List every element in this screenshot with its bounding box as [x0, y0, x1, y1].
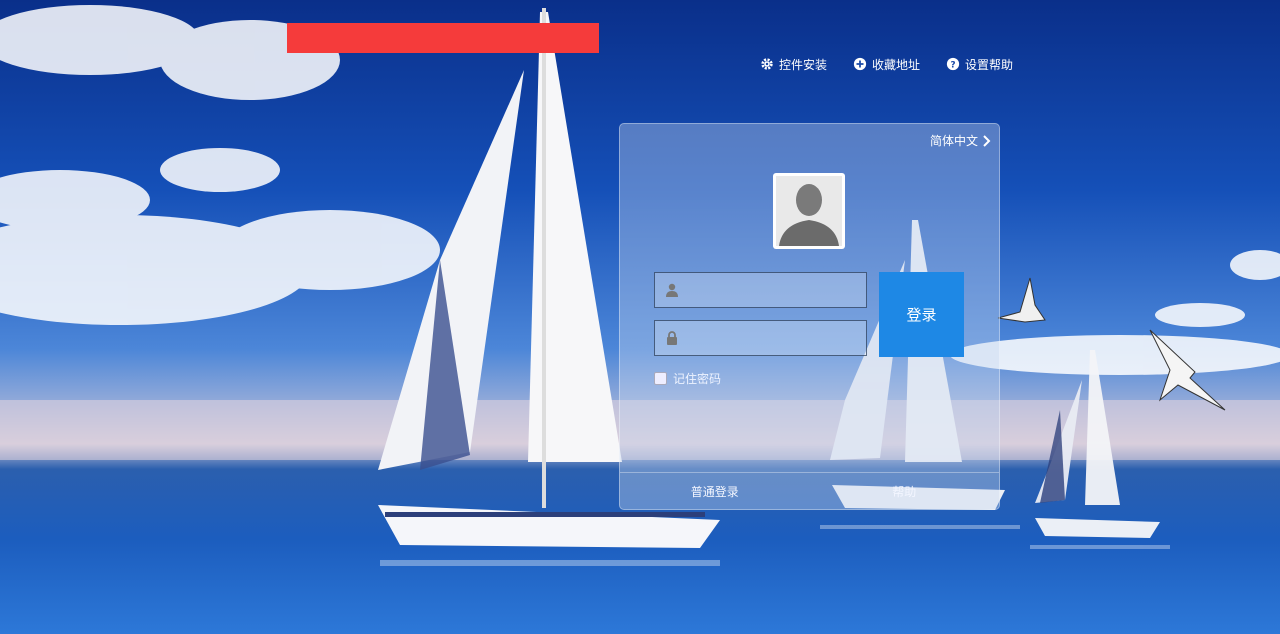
username-input[interactable] [683, 273, 867, 309]
redacted-title-bar [287, 23, 599, 53]
chevron-right-icon [983, 134, 991, 147]
seagull-1 [997, 277, 1046, 323]
remember-checkbox[interactable] [654, 372, 667, 385]
remember-password[interactable]: 记住密码 [654, 370, 721, 387]
avatar [773, 173, 845, 249]
settings-help-label: 设置帮助 [965, 57, 1014, 72]
password-input[interactable] [683, 321, 867, 357]
install-plugin-label: 控件安装 [779, 57, 828, 72]
panel-footer: 普通登录 帮助 [620, 472, 999, 509]
bookmark-address-label: 收藏地址 [872, 57, 921, 72]
password-field[interactable] [654, 320, 867, 357]
svg-text:?: ? [950, 61, 955, 71]
gear-icon [761, 58, 773, 70]
question-circle-icon: ? [946, 57, 960, 71]
help-label: 帮助 [892, 484, 917, 499]
username-field[interactable] [654, 272, 867, 309]
quick-login-label: 普通登录 [690, 484, 739, 499]
user-icon [666, 283, 678, 297]
lock-icon [667, 331, 677, 345]
install-plugin-link[interactable]: 控件安装 [760, 55, 827, 73]
login-button[interactable]: 登录 [879, 272, 964, 357]
quick-login-link[interactable]: 普通登录 [620, 473, 810, 509]
bookmark-address-link[interactable]: 收藏地址 [853, 55, 920, 73]
top-links: 控件安装 收藏地址 ? 设置帮助 [760, 55, 1013, 73]
help-link[interactable]: 帮助 [810, 473, 1000, 509]
settings-help-link[interactable]: ? 设置帮助 [946, 55, 1013, 73]
remember-label: 记住密码 [673, 372, 722, 386]
language-selector[interactable]: 简体中文 [930, 132, 991, 149]
plus-circle-icon [853, 57, 867, 71]
user-silhouette-icon [776, 176, 842, 246]
login-panel: 简体中文 登录 记住密码 普通登录 帮助 [619, 123, 1000, 510]
language-label: 简体中文 [929, 134, 978, 148]
